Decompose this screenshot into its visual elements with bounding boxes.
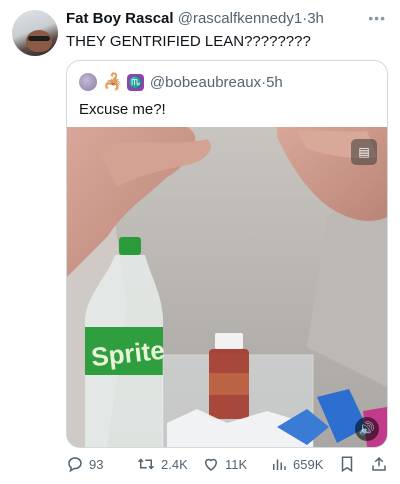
image-description-icon[interactable]: ▤ xyxy=(351,139,377,165)
views-button[interactable]: 659K xyxy=(270,452,323,476)
views-chart-icon xyxy=(273,459,286,470)
share-button[interactable] xyxy=(370,452,393,476)
author-name[interactable]: Fat Boy Rascal xyxy=(66,10,174,27)
scorpion-icon: 🦂 xyxy=(103,74,123,91)
heart-icon xyxy=(204,458,218,471)
quoted-avatar[interactable] xyxy=(79,73,97,91)
author-avatar[interactable] xyxy=(12,10,58,56)
small-bottle-cap xyxy=(215,333,243,349)
views-count: 659K xyxy=(293,456,324,472)
action-bar: 93 2.4K 11K 659K xyxy=(66,452,392,476)
quoted-tweet[interactable]: 🦂 ♏ @bobeaubreaux · 5h Excuse me?! Sprit… xyxy=(66,60,388,448)
reply-count: 93 xyxy=(89,456,104,472)
quoted-header: 🦂 ♏ @bobeaubreaux · 5h xyxy=(79,72,283,92)
tweet-header: Fat Boy Rascal @rascalfkennedy1·3h xyxy=(66,10,390,30)
share-icon xyxy=(372,456,386,471)
bookmark-icon xyxy=(341,456,353,473)
scorpio-sign-icon: ♏ xyxy=(126,73,144,91)
video-frame: Sprite xyxy=(67,127,387,447)
repost-count: 2.4K xyxy=(161,456,188,472)
quoted-video[interactable]: Sprite ▤ 🔊 xyxy=(67,127,387,447)
quoted-text: Excuse me?! xyxy=(79,101,166,118)
more-options-icon[interactable]: ••• xyxy=(368,10,386,26)
quoted-handle[interactable]: @bobeaubreaux xyxy=(150,74,261,91)
reply-button[interactable]: 93 xyxy=(66,452,103,476)
like-button[interactable]: 11K xyxy=(202,452,247,476)
quoted-time[interactable]: 5h xyxy=(266,74,283,91)
repost-icon xyxy=(137,458,155,470)
tweet-time[interactable]: 3h xyxy=(307,10,324,27)
reply-icon xyxy=(68,457,82,473)
like-count: 11K xyxy=(225,456,248,472)
bottle-cap xyxy=(119,237,141,255)
author-handle[interactable]: @rascalfkennedy1 xyxy=(178,10,302,27)
speaker-icon[interactable]: 🔊 xyxy=(355,417,379,441)
avatar-glasses xyxy=(28,36,50,41)
tweet-text: THEY GENTRIFIED LEAN???????? xyxy=(66,33,311,50)
avatar-face xyxy=(26,30,52,52)
bookmark-button[interactable] xyxy=(338,452,361,476)
repost-button[interactable]: 2.4K xyxy=(136,452,188,476)
